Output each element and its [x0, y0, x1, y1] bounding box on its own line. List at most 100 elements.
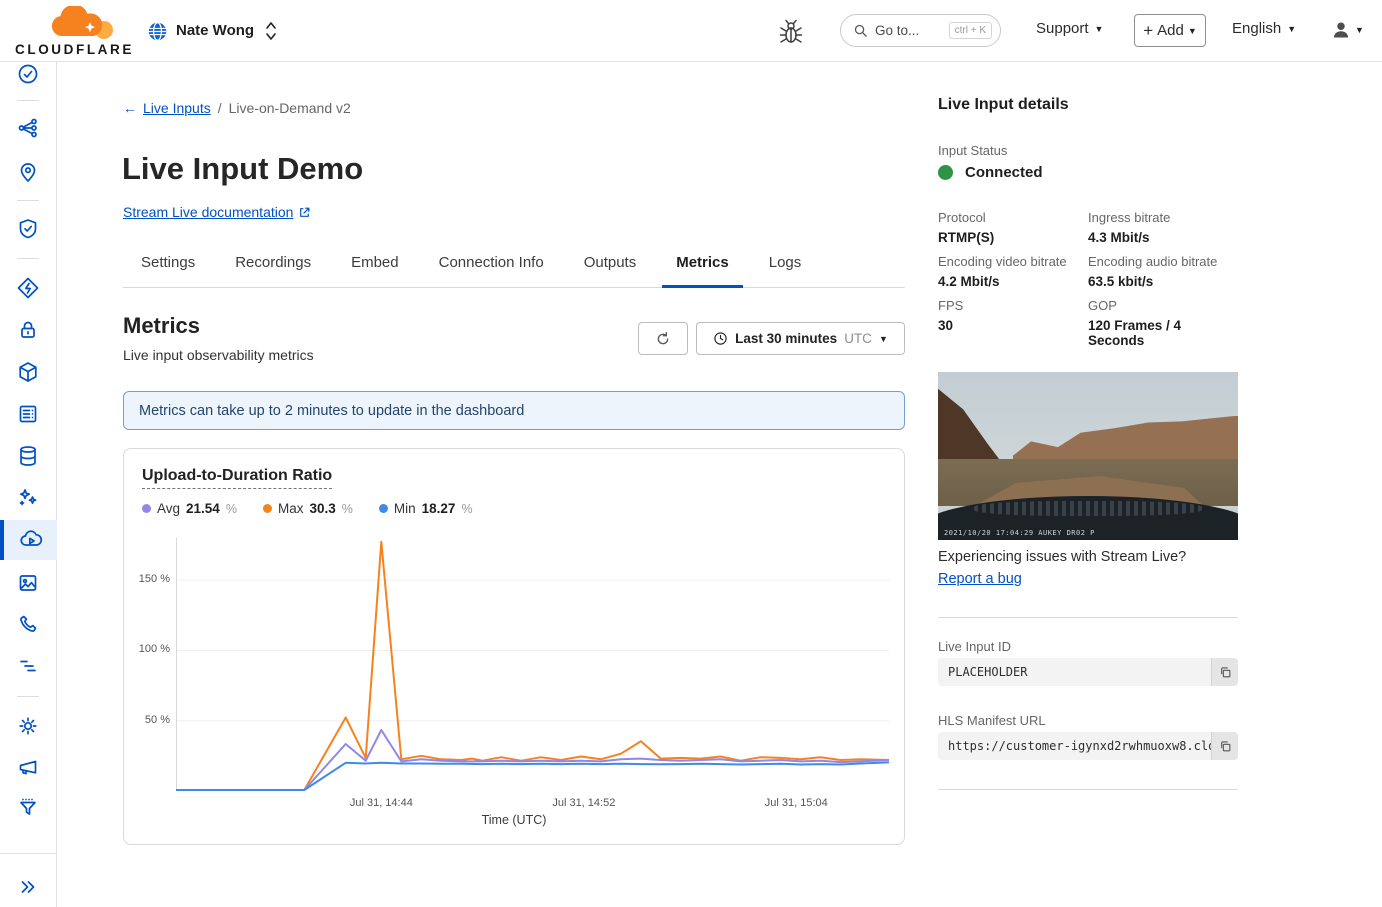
add-button[interactable]: + Add ▼: [1134, 14, 1206, 47]
detail-field: Encoding audio bitrate63.5 kbit/s: [1088, 254, 1238, 289]
sidebar-item-ssl[interactable]: [0, 310, 56, 350]
global-search-input[interactable]: Go to... ctrl + K: [840, 14, 1001, 47]
profile-menu[interactable]: ▼: [1331, 20, 1364, 40]
x-axis-title: Time (UTC): [124, 813, 904, 827]
bars-icon: [16, 654, 40, 678]
server-icon: [16, 402, 40, 426]
back-to-live-inputs-link[interactable]: ← Live Inputs: [123, 100, 211, 116]
input-status-row: Connected: [938, 164, 1043, 181]
add-label: Add: [1157, 22, 1184, 39]
legend-dot: [263, 504, 272, 513]
sidebar-item-security[interactable]: [0, 209, 56, 249]
sidebar-item-filter[interactable]: [0, 788, 56, 828]
sidebar-item-notifications[interactable]: [0, 747, 56, 787]
support-menu[interactable]: Support ▼: [1036, 20, 1103, 37]
report-bug-link[interactable]: Report a bug: [938, 571, 1022, 587]
chart-card: Upload-to-Duration Ratio Avg 21.54 % Max …: [123, 448, 905, 845]
chart-plot-area[interactable]: 50 %100 %150 %Jul 31, 14:44Jul 31, 14:52…: [176, 538, 889, 791]
tab-embed[interactable]: Embed: [351, 248, 399, 287]
brand-wordmark: CLOUDFLARE: [15, 42, 134, 57]
sidebar-item-calls[interactable]: [0, 604, 56, 644]
copy-live-input-id-button[interactable]: [1211, 658, 1238, 686]
x-axis-tick-label: Jul 31, 14:52: [534, 797, 634, 809]
sidebar-divider: [0, 853, 56, 854]
detail-field: Encoding video bitrate4.2 Mbit/s: [938, 254, 1088, 289]
series-min: [176, 762, 889, 790]
y-axis-tick-label: 150 %: [128, 573, 170, 585]
refresh-icon: [655, 331, 671, 347]
x-axis-tick-label: Jul 31, 15:04: [746, 797, 846, 809]
breadcrumb-separator: /: [218, 100, 222, 116]
sidebar-divider: [17, 100, 39, 101]
funnel-icon: [16, 796, 40, 820]
sidebar-item-stream[interactable]: [0, 520, 57, 560]
sidebar-item-traffic[interactable]: [0, 108, 56, 148]
image-icon: [16, 571, 40, 595]
sidebar-item-speed[interactable]: [0, 268, 56, 308]
tab-recordings[interactable]: Recordings: [235, 248, 311, 287]
language-menu[interactable]: English ▼: [1232, 20, 1296, 37]
clock-icon: [713, 331, 728, 346]
chevron-down-icon: ▼: [1188, 26, 1197, 36]
cloudflare-dashboard: CLOUDFLARE Nate Wong Go to... ctrl + K S…: [0, 0, 1382, 907]
chart-title: Upload-to-Duration Ratio: [142, 467, 332, 489]
legend-item-min[interactable]: Min 18.27 %: [379, 501, 473, 516]
chevron-down-icon: ▼: [879, 334, 888, 344]
chevrons-right-icon: [16, 875, 40, 899]
sidebar-divider: [17, 200, 39, 201]
tab-metrics[interactable]: Metrics: [676, 248, 729, 287]
copy-icon: [1219, 740, 1232, 753]
detail-field: GOP120 Frames / 4 Seconds: [1088, 298, 1238, 348]
hls-manifest-url-field: https://customer-igynxd2rwhmuoxw8.cloudf: [938, 732, 1238, 760]
account-name[interactable]: Nate Wong: [176, 22, 254, 39]
sidebar-expand-button[interactable]: [0, 867, 56, 907]
sidebar-item-geo[interactable]: [0, 152, 56, 192]
metrics-heading: Metrics: [123, 313, 200, 339]
series-max: [176, 542, 889, 790]
bug-report-icon[interactable]: [778, 17, 804, 45]
time-zone-label: UTC: [844, 331, 872, 346]
tab-outputs[interactable]: Outputs: [584, 248, 637, 287]
details-grid: ProtocolRTMP(S)Ingress bitrate4.3 Mbit/s…: [938, 210, 1238, 348]
sidebar-item-database[interactable]: [0, 436, 56, 476]
cloudflare-logo[interactable]: CLOUDFLARE: [14, 6, 132, 56]
issues-question: Experiencing issues with Stream Live?: [938, 549, 1186, 565]
sidebar-item-analytics[interactable]: [0, 646, 56, 686]
plus-icon: +: [1143, 21, 1153, 41]
tab-settings[interactable]: Settings: [141, 248, 195, 287]
metrics-info-banner: Metrics can take up to 2 minutes to upda…: [123, 391, 905, 430]
status-connected-dot: [938, 165, 953, 180]
sparkles-icon: [16, 486, 40, 510]
legend-item-avg[interactable]: Avg 21.54 %: [142, 501, 237, 516]
tab-connection-info[interactable]: Connection Info: [439, 248, 544, 287]
input-status-label: Input Status: [938, 143, 1007, 158]
traffic-share-icon: [16, 116, 40, 140]
phone-icon: [16, 612, 40, 636]
search-placeholder: Go to...: [875, 23, 949, 38]
sidebar-item-workers[interactable]: [0, 352, 56, 392]
refresh-button[interactable]: [638, 322, 688, 355]
sidebar-item-storage[interactable]: [0, 394, 56, 434]
sidebar-item-images[interactable]: [0, 563, 56, 603]
stream-docs-link[interactable]: Stream Live documentation: [123, 204, 311, 220]
account-switcher-icon[interactable]: [263, 19, 279, 43]
detail-field: FPS30: [938, 298, 1088, 348]
shield-icon: [16, 217, 40, 241]
sidebar-divider: [17, 696, 39, 697]
megaphone-icon: [16, 755, 40, 779]
legend-item-max[interactable]: Max 30.3 %: [263, 501, 353, 516]
sidebar-item-ai[interactable]: [0, 478, 56, 518]
time-range-dropdown[interactable]: Last 30 minutes UTC ▼: [696, 322, 905, 355]
copy-hls-url-button[interactable]: [1211, 732, 1238, 760]
search-shortcut-badge: ctrl + K: [949, 22, 992, 39]
live-input-id-label: Live Input ID: [938, 639, 1011, 654]
live-preview-thumbnail[interactable]: 2021/10/20 17:04:29 AUKEY DR02 P: [938, 372, 1238, 540]
breadcrumb: ← Live Inputs / Live-on-Demand v2: [123, 100, 351, 116]
cube-icon: [16, 360, 40, 384]
tab-logs[interactable]: Logs: [769, 248, 802, 287]
hls-manifest-url-label: HLS Manifest URL: [938, 713, 1046, 728]
sidebar-item-settings[interactable]: [0, 706, 56, 746]
x-axis-tick-label: Jul 31, 14:44: [331, 797, 431, 809]
detail-field: Ingress bitrate4.3 Mbit/s: [1088, 210, 1238, 245]
live-input-id-field: PLACEHOLDER: [938, 658, 1238, 686]
